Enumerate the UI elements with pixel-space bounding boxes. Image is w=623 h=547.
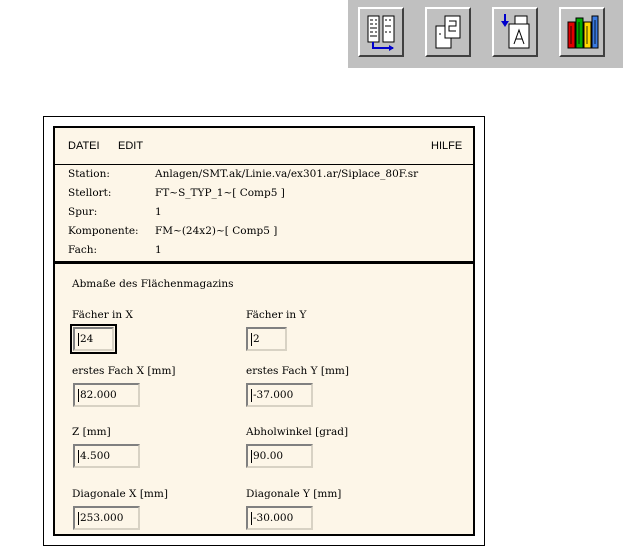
station-label: Station: bbox=[68, 168, 110, 180]
toolbar bbox=[348, 0, 623, 68]
station-value: Anlagen/SMT.ak/Linie.va/ex301.ar/Siplace… bbox=[155, 168, 419, 180]
faecher-y-input[interactable]: 2 bbox=[246, 327, 287, 351]
dialog-frame: DATEI EDIT HILFE Station: Anlagen/SMT.ak… bbox=[53, 126, 475, 536]
text-caret bbox=[78, 388, 79, 402]
fach-x-label: erstes Fach X [mm] bbox=[72, 365, 176, 377]
fach-value: 1 bbox=[155, 244, 162, 256]
spur-value: 1 bbox=[155, 206, 162, 218]
text-caret bbox=[78, 332, 79, 346]
z-label: Z [mm] bbox=[72, 426, 111, 438]
diag-x-value: 253.000 bbox=[80, 512, 124, 524]
layout-grid-icon bbox=[367, 15, 395, 51]
magazine-dialog: DATEI EDIT HILFE Station: Anlagen/SMT.ak… bbox=[43, 116, 485, 546]
section-title: Abmaße des Flächenmagazins bbox=[72, 278, 234, 290]
text-caret bbox=[78, 511, 79, 525]
text-caret bbox=[251, 332, 252, 346]
copy-documents-icon bbox=[435, 15, 461, 49]
toolbar-button-layout[interactable] bbox=[358, 7, 404, 57]
fach-y-label: erstes Fach Y [mm] bbox=[246, 365, 349, 377]
diag-y-input[interactable]: -30.000 bbox=[246, 506, 313, 530]
import-document-icon bbox=[501, 14, 530, 49]
toolbar-button-books[interactable] bbox=[559, 7, 605, 57]
diag-x-label: Diagonale X [mm] bbox=[72, 488, 168, 500]
fach-label: Fach: bbox=[68, 244, 98, 256]
info-panel: Station: Anlagen/SMT.ak/Linie.va/ex301.a… bbox=[55, 165, 473, 264]
diag-y-label: Diagonale Y [mm] bbox=[246, 488, 342, 500]
komponente-value: FM~(24x2)~[ Comp5 ] bbox=[155, 225, 278, 237]
abholwinkel-label: Abholwinkel [grad] bbox=[246, 426, 349, 438]
toolbar-button-import[interactable] bbox=[492, 7, 538, 57]
text-caret bbox=[251, 388, 252, 402]
spur-label: Spur: bbox=[68, 206, 98, 218]
diag-y-value: -30.000 bbox=[253, 512, 294, 524]
menu-hilfe[interactable]: HILFE bbox=[431, 140, 462, 152]
fach-y-value: -37.000 bbox=[253, 389, 294, 401]
toolbar-button-copy[interactable] bbox=[425, 7, 471, 57]
faecher-x-value: 24 bbox=[80, 333, 94, 345]
text-caret bbox=[251, 449, 252, 463]
faecher-x-input[interactable]: 24 bbox=[70, 324, 117, 354]
faecher-x-label: Fächer in X bbox=[72, 309, 133, 321]
text-caret bbox=[251, 511, 252, 525]
menu-edit[interactable]: EDIT bbox=[118, 140, 143, 152]
color-books-icon bbox=[567, 15, 599, 49]
text-caret bbox=[78, 449, 79, 463]
faecher-y-label: Fächer in Y bbox=[246, 309, 307, 321]
komponente-label: Komponente: bbox=[68, 225, 139, 237]
menu-datei[interactable]: DATEI bbox=[68, 140, 100, 152]
abholwinkel-input[interactable]: 90.00 bbox=[246, 444, 313, 468]
faecher-y-value: 2 bbox=[253, 333, 260, 345]
z-input[interactable]: 4.500 bbox=[73, 444, 140, 468]
fach-y-input[interactable]: -37.000 bbox=[246, 383, 313, 407]
stellort-label: Stellort: bbox=[68, 187, 112, 199]
diag-x-input[interactable]: 253.000 bbox=[73, 506, 140, 530]
fach-x-input[interactable]: 82.000 bbox=[73, 383, 140, 407]
stellort-value: FT~S_TYP_1~[ Comp5 ] bbox=[155, 187, 285, 199]
dimensions-form: Abmaße des Flächenmagazins Fächer in X 2… bbox=[55, 264, 473, 534]
menu-bar: DATEI EDIT HILFE bbox=[55, 128, 473, 165]
abholwinkel-value: 90.00 bbox=[253, 450, 284, 462]
fach-x-value: 82.000 bbox=[80, 389, 117, 401]
z-value: 4.500 bbox=[80, 450, 111, 462]
